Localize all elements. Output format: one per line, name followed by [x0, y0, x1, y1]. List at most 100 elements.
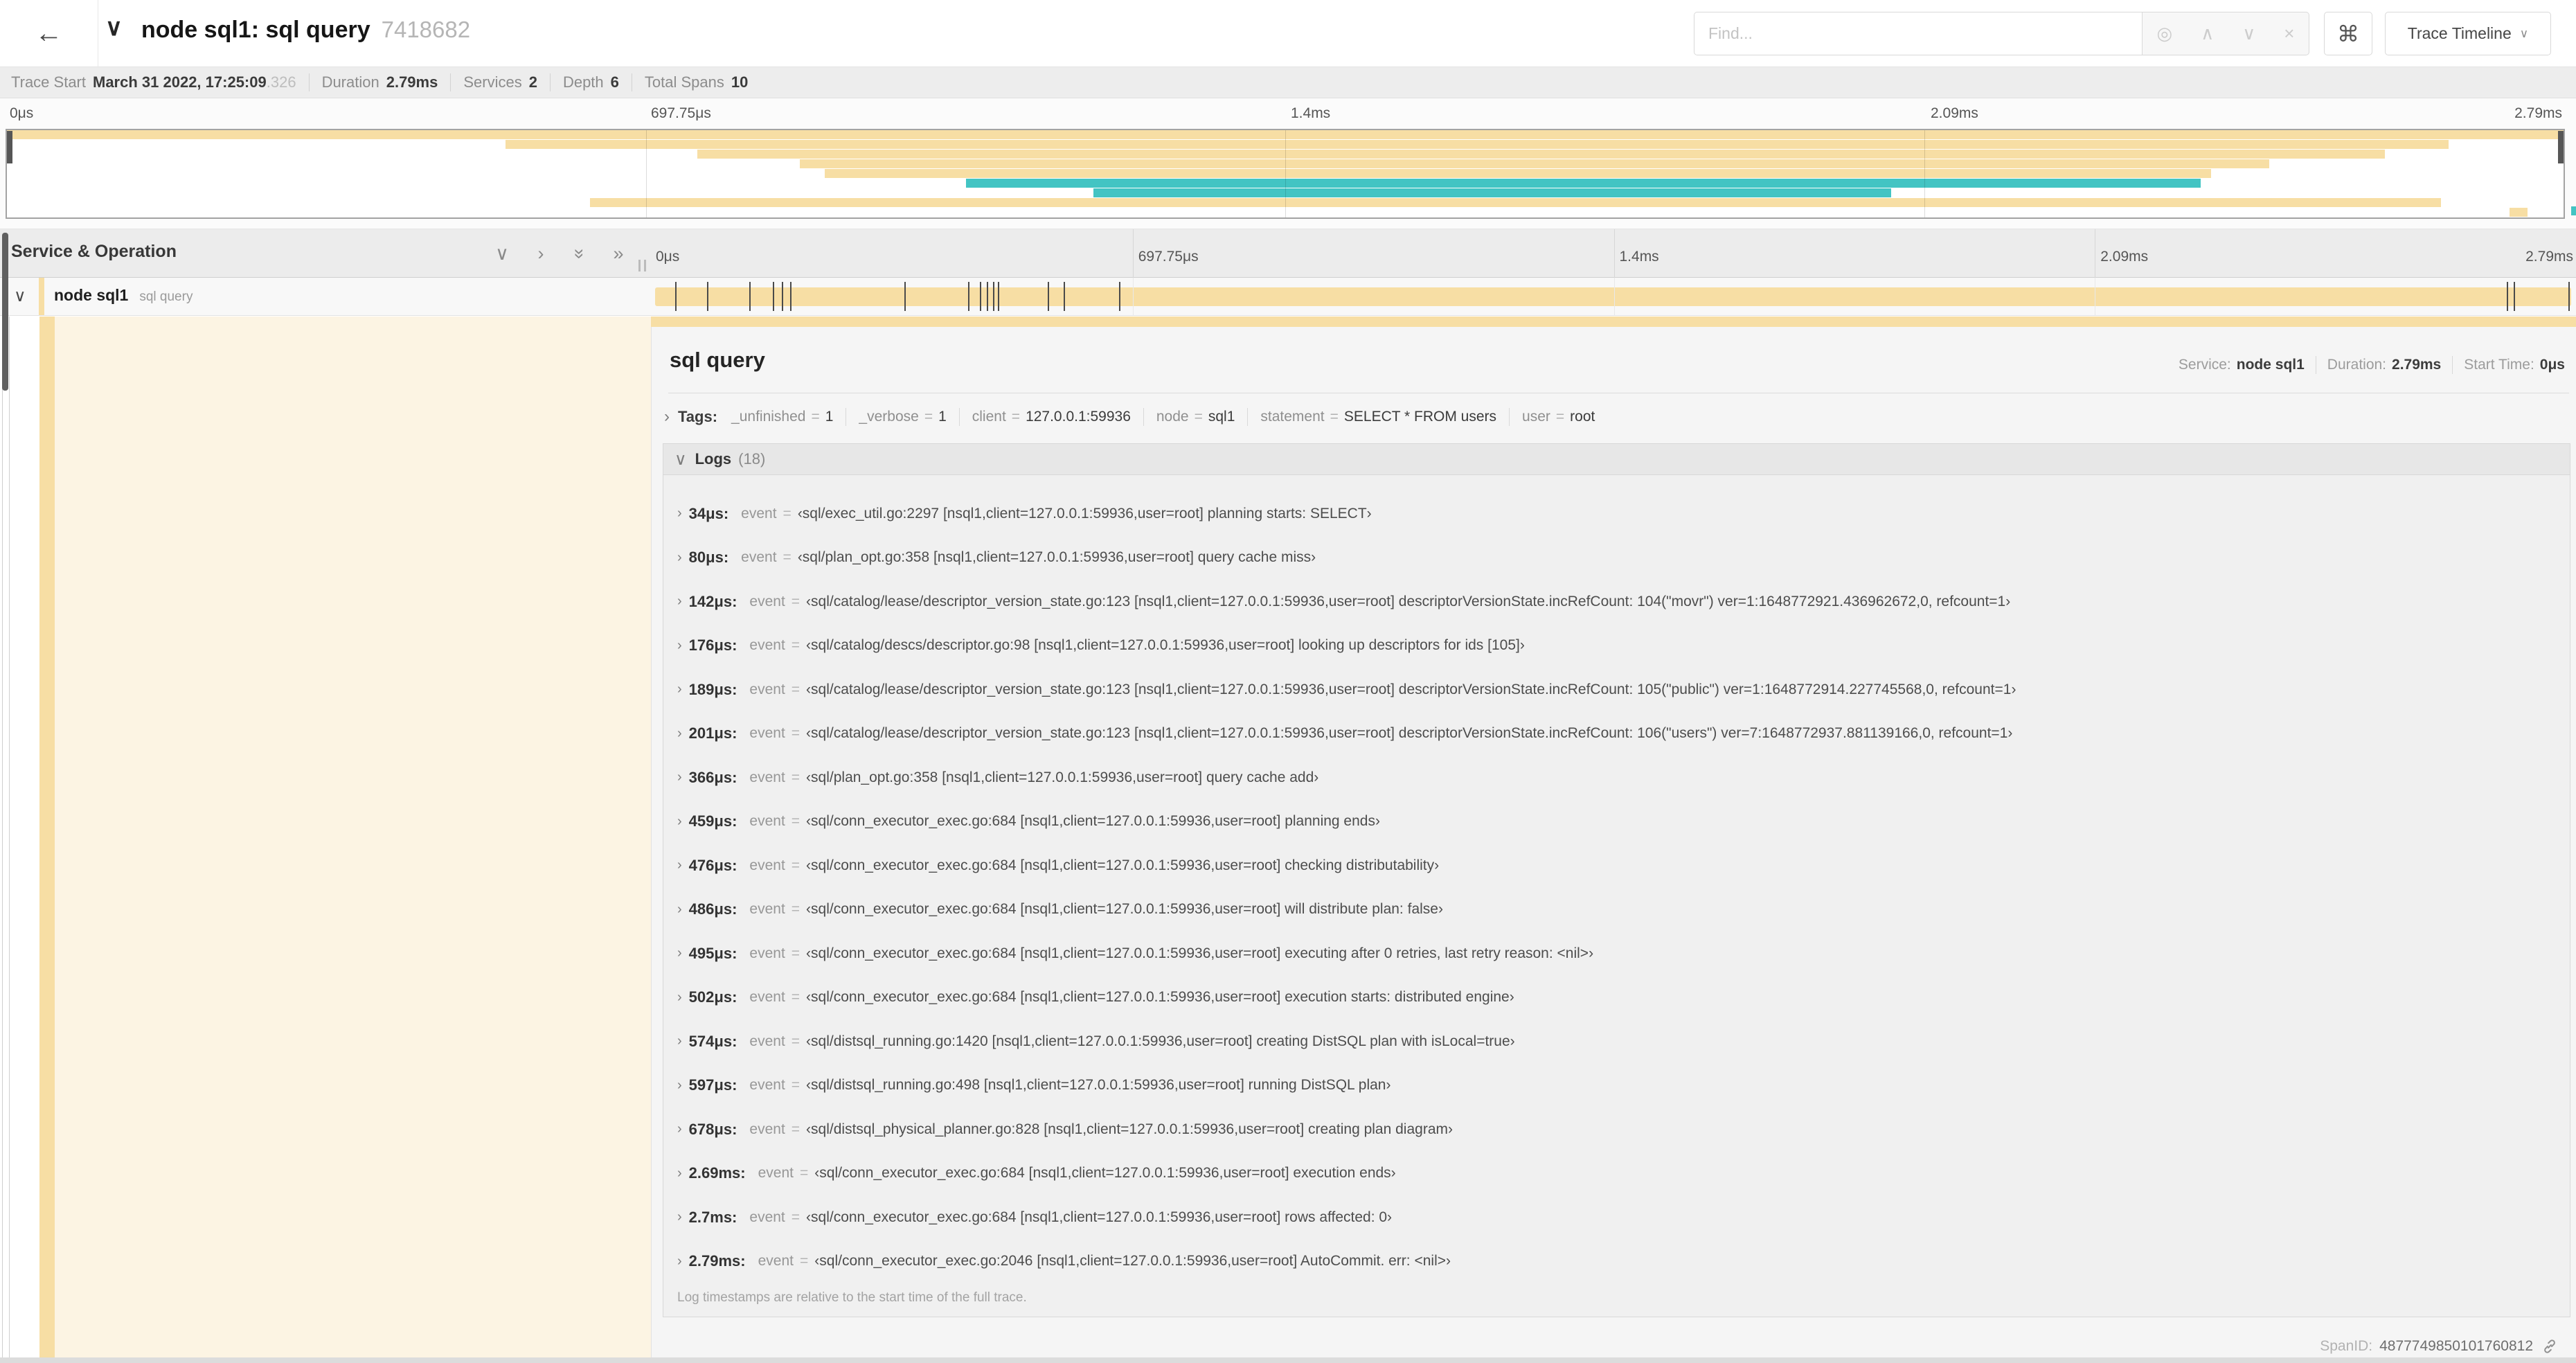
log-tick-marker	[674, 282, 677, 311]
span-row[interactable]: ∨ node sql1 sql query	[0, 278, 2576, 316]
log-timestamp: 678μs:	[688, 1120, 737, 1138]
log-field-key: event	[749, 1209, 785, 1225]
tag-equals: =	[1194, 409, 1203, 425]
log-row[interactable]: › 201μs: event = ‹sql/catalog/lease/descript…	[663, 712, 2570, 756]
summary-item: Depth 6	[563, 73, 619, 91]
command-icon: ⌘	[2337, 21, 2359, 46]
tag-item[interactable]: node = sql1	[1156, 409, 1235, 425]
collapse-one-icon[interactable]: ∨	[492, 243, 512, 265]
minimap-right-handle[interactable]	[2558, 131, 2564, 163]
match-highlight-icon[interactable]: ◎	[2157, 23, 2173, 44]
service-operation-header: Service & Operation	[11, 242, 177, 261]
log-equals: =	[782, 505, 791, 522]
find-input[interactable]	[1694, 12, 2143, 55]
log-row[interactable]: › 574μs: event = ‹sql/distsql_running.go:142…	[663, 1019, 2570, 1064]
log-timestamp: 80μs:	[688, 549, 729, 567]
back-button[interactable]: ←	[0, 0, 98, 66]
chevron-right-icon: ›	[677, 1033, 682, 1049]
row-gridline	[1132, 278, 1134, 315]
log-row[interactable]: › 142μs: event = ‹sql/catalog/lease/descript…	[663, 580, 2570, 624]
log-tick-marker	[773, 282, 775, 311]
minimap-viewport[interactable]	[6, 129, 2565, 219]
log-row[interactable]: › 597μs: event = ‹sql/distsql_running.go:498…	[663, 1064, 2570, 1108]
log-timestamp: 176μs:	[688, 636, 737, 654]
log-row[interactable]: › 486μs: event = ‹sql/conn_executor_exec.go:…	[663, 888, 2570, 932]
tags-accordion[interactable]: › Tags: _unfinished = 1 _verbose = 1 client = 12…	[664, 402, 1595, 432]
log-row[interactable]: › 176μs: event = ‹sql/catalog/descs/descript…	[663, 624, 2570, 668]
find-prev-icon[interactable]: ∧	[2201, 23, 2214, 44]
span-id-value: 4877749850101760812	[2379, 1338, 2533, 1354]
ruler-tick-label: 1.4ms	[1619, 249, 1659, 265]
log-row[interactable]: › 502μs: event = ‹sql/conn_executor_exec.go:…	[663, 976, 2570, 1020]
log-field-key: event	[749, 813, 785, 830]
log-row[interactable]: › 476μs: event = ‹sql/conn_executor_exec.go:…	[663, 844, 2570, 888]
log-row[interactable]: › 459μs: event = ‹sql/conn_executor_exec.go:…	[663, 800, 2570, 844]
minimap-tick-label: 697.75μs	[651, 105, 711, 121]
minimap-gridline	[1924, 130, 1925, 217]
span-detail-left-tint	[55, 317, 651, 1363]
log-field-value: ‹sql/distsql_physical_planner.go:828 [ns…	[806, 1121, 1453, 1137]
find-next-icon[interactable]: ∨	[2242, 23, 2255, 44]
log-field-key: event	[758, 1253, 794, 1270]
log-equals: =	[791, 901, 800, 918]
tag-equals: =	[1555, 409, 1565, 425]
summary-label: Depth	[562, 73, 604, 91]
find-toolbar: ◎ ∧ ∨ ×	[2143, 12, 2309, 55]
tag-item[interactable]: _verbose = 1	[859, 409, 946, 425]
tag-value: 1	[825, 409, 834, 425]
log-row[interactable]: › 2.69ms: event = ‹sql/conn_executor_exec.go…	[663, 1152, 2570, 1196]
logs-header[interactable]: ∨ Logs (18)	[663, 443, 2570, 475]
log-row[interactable]: › 678μs: event = ‹sql/distsql_physical_plann…	[663, 1107, 2570, 1152]
left-scrollbar-thumb[interactable]	[2, 233, 8, 391]
trace-view-selector[interactable]: Trace Timeline ∨	[2385, 12, 2551, 55]
log-row[interactable]: › 366μs: event = ‹sql/plan_opt.go:358 [nsql1…	[663, 756, 2570, 800]
chevron-right-icon: ›	[677, 945, 682, 961]
expand-one-icon[interactable]: ›	[530, 243, 551, 265]
span-duration-bar[interactable]	[655, 287, 2571, 306]
log-field-value: ‹sql/conn_executor_exec.go:2046 [nsql1,c…	[814, 1253, 1451, 1270]
tag-item[interactable]: client = 127.0.0.1:59936	[972, 409, 1131, 425]
log-equals: =	[791, 1033, 800, 1049]
log-timestamp: 34μs:	[688, 504, 729, 522]
log-field-value: ‹sql/exec_util.go:2297 [nsql1,client=127…	[797, 505, 1372, 522]
horizontal-scrollbar[interactable]	[0, 1357, 2576, 1363]
log-timestamp: 2.7ms:	[688, 1208, 737, 1226]
tag-item[interactable]: user = root	[1522, 409, 1595, 425]
log-field-value: ‹sql/catalog/lease/descriptor_version_st…	[806, 725, 2013, 742]
tag-key: statement	[1260, 409, 1325, 425]
logs-accordion: ∨ Logs (18) › 34μs: event = ‹sql/exec_util.g…	[663, 443, 2570, 1317]
span-tree-offset-band	[39, 317, 55, 1363]
log-row[interactable]: › 189μs: event = ‹sql/catalog/lease/descript…	[663, 668, 2570, 712]
log-equals: =	[791, 593, 800, 609]
log-timestamp: 486μs:	[688, 900, 737, 918]
summary-value: March 31 2022, 17:25:09.326	[93, 73, 296, 91]
trace-collapse-icon[interactable]: ∨	[105, 14, 123, 42]
log-field-key: event	[749, 1033, 785, 1049]
log-row[interactable]: › 2.7ms: event = ‹sql/conn_executor_exec.go:…	[663, 1195, 2570, 1240]
span-service-name[interactable]: node sql1 sql query	[54, 286, 193, 305]
expand-all-icon[interactable]: »	[608, 243, 629, 265]
log-row[interactable]: › 2.79ms: event = ‹sql/conn_executor_exec.go…	[663, 1240, 2570, 1284]
log-row[interactable]: › 80μs: event = ‹sql/plan_opt.go:358 [nsql1,…	[663, 536, 2570, 580]
log-field-key: event	[749, 857, 785, 873]
tag-key: _verbose	[859, 409, 919, 425]
page-title: node sql1: sql query 7418682	[141, 17, 470, 44]
minimap-span-bar	[825, 169, 2211, 178]
column-resizer[interactable]	[638, 260, 646, 271]
link-icon[interactable]	[2541, 1338, 2558, 1355]
keyboard-shortcuts-button[interactable]: ⌘	[2324, 12, 2372, 55]
log-equals: =	[791, 945, 800, 961]
tag-value: sql1	[1208, 409, 1235, 425]
log-field-value: ‹sql/conn_executor_exec.go:684 [nsql1,cl…	[814, 1165, 1396, 1182]
summary-value: 6	[610, 73, 619, 91]
log-tick-marker	[2568, 282, 2570, 311]
log-row[interactable]: › 495μs: event = ‹sql/conn_executor_exec.go:…	[663, 932, 2570, 976]
collapse-all-icon[interactable]: »	[569, 243, 591, 264]
tag-item[interactable]: _unfinished = 1	[731, 409, 833, 425]
find-clear-icon[interactable]: ×	[2284, 23, 2294, 44]
minimap-left-handle[interactable]	[7, 131, 12, 163]
log-row[interactable]: › 34μs: event = ‹sql/exec_util.go:2297 [nsql…	[663, 492, 2570, 536]
tag-item[interactable]: statement = SELECT * FROM users	[1260, 409, 1496, 425]
log-timestamp: 459μs:	[688, 812, 737, 830]
span-collapse-icon[interactable]: ∨	[14, 286, 26, 306]
